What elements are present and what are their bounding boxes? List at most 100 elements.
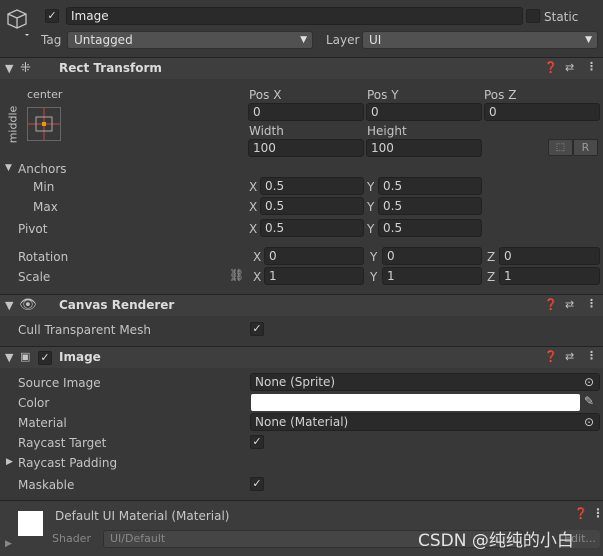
pos-y-input[interactable]: 0 xyxy=(366,103,482,121)
layer-value: UI xyxy=(369,33,382,47)
foldout-arrow-icon[interactable]: ▼ xyxy=(5,299,13,312)
image-title: Image xyxy=(59,350,101,364)
tag-dropdown[interactable]: Untagged ▼ xyxy=(67,31,313,49)
chevron-down-icon: ▼ xyxy=(300,35,307,45)
pivot-x-input[interactable]: 0.5 xyxy=(260,219,364,237)
watermark: CSDN @纯纯的小白 xyxy=(418,531,574,551)
pivot-label: Pivot xyxy=(18,222,48,236)
raw-edit-button[interactable]: R xyxy=(573,139,598,156)
constrain-proportions-link-icon[interactable]: ⛓ xyxy=(229,268,244,282)
max-label: Max xyxy=(33,200,58,214)
x-label: X xyxy=(249,222,258,236)
rotation-x-input[interactable]: 0 xyxy=(264,247,364,265)
layer-dropdown[interactable]: UI ▼ xyxy=(362,31,598,49)
anchors-label[interactable]: Anchors xyxy=(18,161,67,177)
raycast-target-checkbox[interactable]: ✓ xyxy=(250,435,264,449)
help-icon[interactable]: ❓ xyxy=(544,298,558,311)
x-label: X xyxy=(249,200,258,214)
eyedropper-icon[interactable]: ✎ xyxy=(584,394,594,408)
help-icon[interactable]: ❓ xyxy=(544,61,558,74)
material-field[interactable]: None (Material) ⊙ xyxy=(250,413,600,431)
scale-z-input[interactable]: 1 xyxy=(499,267,600,285)
material-value: None (Material) xyxy=(255,415,349,429)
scale-x-input[interactable]: 1 xyxy=(264,267,364,285)
gameobject-cube-icon[interactable] xyxy=(6,8,29,36)
layer-label: Layer xyxy=(326,33,360,47)
tag-value: Untagged xyxy=(74,33,133,47)
anchor-min-y-input[interactable]: 0.5 xyxy=(378,177,482,195)
rotation-label: Rotation xyxy=(18,250,69,264)
width-label: Width xyxy=(249,124,284,138)
min-label: Min xyxy=(33,180,55,194)
material-thumbnail xyxy=(18,511,43,536)
maskable-checkbox[interactable]: ✓ xyxy=(250,477,264,491)
static-checkbox[interactable] xyxy=(526,9,540,23)
x-label: X xyxy=(253,270,262,284)
z-label: Z xyxy=(487,250,496,264)
more-menu-icon[interactable]: ⋮ xyxy=(592,506,603,520)
more-menu-icon[interactable]: ⋮ xyxy=(586,297,597,310)
x-label: X xyxy=(249,180,258,194)
cull-transparent-mesh-label: Cull Transparent Mesh xyxy=(18,323,151,337)
active-checkbox[interactable]: ✓ xyxy=(45,9,59,23)
anchors-foldout-icon[interactable]: ▼ xyxy=(5,163,12,173)
static-label: Static xyxy=(544,10,579,24)
rect-transform-icon: ⁜ xyxy=(20,61,31,76)
raycast-padding-label[interactable]: Raycast Padding xyxy=(18,455,117,471)
gameobject-name-input[interactable]: Image xyxy=(66,7,523,25)
pos-z-input[interactable]: 0 xyxy=(484,103,600,121)
image-header[interactable]: ▼ ▣ ✓ Image ❓ ⇄ ⋮ xyxy=(0,346,603,368)
rotation-y-input[interactable]: 0 xyxy=(382,247,482,265)
rect-transform-header[interactable]: ▼ ⁜ Rect Transform ❓ ⇄ ⋮ xyxy=(0,57,603,79)
source-image-field[interactable]: None (Sprite) ⊙ xyxy=(250,373,600,391)
blueprint-mode-button[interactable]: ⬚ xyxy=(548,139,573,156)
pos-x-input[interactable]: 0 xyxy=(248,103,364,121)
color-swatch[interactable] xyxy=(251,394,580,411)
more-menu-icon[interactable]: ⋮ xyxy=(586,349,597,362)
foldout-arrow-icon[interactable]: ▼ xyxy=(5,351,13,364)
object-picker-icon[interactable]: ⊙ xyxy=(584,374,594,390)
object-picker-icon[interactable]: ⊙ xyxy=(584,414,594,430)
presets-icon[interactable]: ⇄ xyxy=(565,350,574,363)
color-label: Color xyxy=(18,396,50,410)
cull-transparent-mesh-checkbox[interactable]: ✓ xyxy=(250,322,264,336)
help-icon[interactable]: ❓ xyxy=(574,507,588,520)
pos-x-label: Pos X xyxy=(249,88,282,102)
raycast-padding-foldout-icon[interactable]: ▶ xyxy=(6,457,13,467)
rotation-z-input[interactable]: 0 xyxy=(499,247,600,265)
anchor-min-x-input[interactable]: 0.5 xyxy=(260,177,364,195)
height-input[interactable]: 100 xyxy=(366,139,482,157)
presets-icon[interactable]: ⇄ xyxy=(565,61,574,74)
raycast-target-label: Raycast Target xyxy=(18,436,107,450)
scale-y-input[interactable]: 1 xyxy=(382,267,482,285)
source-image-label: Source Image xyxy=(18,376,101,390)
width-input[interactable]: 100 xyxy=(248,139,364,157)
scale-label: Scale xyxy=(18,270,51,284)
anchor-max-x-input[interactable]: 0.5 xyxy=(260,197,364,215)
anchor-max-y-input[interactable]: 0.5 xyxy=(378,197,482,215)
help-icon[interactable]: ❓ xyxy=(544,350,558,363)
y-label: Y xyxy=(370,270,378,284)
pos-z-label: Pos Z xyxy=(484,88,517,102)
y-label: Y xyxy=(367,200,375,214)
anchor-v-label: middle xyxy=(6,105,20,144)
pivot-y-input[interactable]: 0.5 xyxy=(378,219,482,237)
eye-icon: 👁 xyxy=(19,297,37,313)
presets-icon[interactable]: ⇄ xyxy=(565,298,574,311)
canvas-renderer-header[interactable]: ▼ 👁 Canvas Renderer ❓ ⇄ ⋮ xyxy=(0,294,603,316)
foldout-arrow-icon[interactable]: ▼ xyxy=(5,62,13,75)
image-enabled-checkbox[interactable]: ✓ xyxy=(38,351,52,365)
z-label: Z xyxy=(487,270,496,284)
material-foldout-icon[interactable]: ▶ xyxy=(5,539,12,549)
pos-y-label: Pos Y xyxy=(367,88,399,102)
tag-label: Tag xyxy=(41,33,62,47)
shader-value: UI/Default xyxy=(110,532,166,545)
shader-label: Shader xyxy=(52,532,91,545)
canvas-renderer-title: Canvas Renderer xyxy=(59,298,175,312)
anchor-preset-button[interactable] xyxy=(27,107,61,141)
x-label: X xyxy=(253,250,262,264)
more-menu-icon[interactable]: ⋮ xyxy=(586,60,597,73)
image-component-icon: ▣ xyxy=(20,350,31,363)
material-name: Default UI Material (Material) xyxy=(55,509,230,523)
chevron-down-icon: ▼ xyxy=(585,35,592,45)
